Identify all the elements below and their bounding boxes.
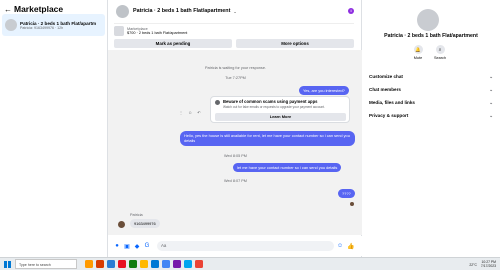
chrome-icon[interactable]: [162, 260, 170, 268]
avatar: [118, 221, 125, 228]
message-outgoing[interactable]: Hello, yes the house is still available …: [180, 131, 355, 146]
app-icon[interactable]: [85, 260, 93, 268]
sticker-icon[interactable]: ◆: [134, 243, 140, 250]
gif-icon[interactable]: G: [144, 243, 150, 249]
section-chat-members[interactable]: Chat members ⌄: [369, 87, 493, 93]
listing-thumbnail: [114, 25, 124, 36]
chevron-down-icon: ⌄: [489, 113, 493, 118]
windows-taskbar: Type here to search 22°C 10:27 PM 7/17/2…: [0, 257, 500, 270]
clock[interactable]: 10:27 PM 7/17/2023: [480, 260, 496, 269]
app-icon[interactable]: [140, 260, 148, 268]
clock-date: 7/17/2023: [480, 263, 496, 268]
sidebar-title: Marketplace: [14, 4, 64, 14]
chat-header[interactable]: Patricia · 2 beds 1 bath Flat/apartment …: [108, 0, 361, 22]
info-icon[interactable]: i: [348, 8, 354, 14]
timestamp: Tue 7:27PM: [225, 76, 246, 80]
message-outgoing[interactable]: Yes, are you interested?: [299, 86, 349, 96]
section-label: Chat members: [369, 87, 401, 92]
emoji-icon[interactable]: ☺: [337, 243, 343, 249]
app-icon[interactable]: [96, 260, 104, 268]
chevron-down-icon: ⌄: [489, 74, 493, 79]
avatar: [5, 19, 17, 31]
back-arrow-icon[interactable]: ←: [4, 5, 14, 14]
chevron-down-icon: ⌄: [489, 100, 493, 105]
details-title: Patricia · 2 beds 1 bath Flat/apartment: [384, 33, 478, 39]
timestamp: Wed 8:07 PM: [224, 179, 247, 183]
message-incoming[interactable]: 9163499976: [130, 219, 160, 228]
chevron-down-icon[interactable]: ⌄: [233, 9, 236, 14]
like-icon[interactable]: 👍: [347, 243, 354, 250]
app-icon[interactable]: [173, 260, 181, 268]
system-tray: 22°C 10:27 PM 7/17/2023: [469, 258, 496, 270]
chat-details-panel: Patricia · 2 beds 1 bath Flat/apartment …: [362, 0, 500, 257]
app-icon[interactable]: [195, 260, 203, 268]
section-label: Media, files and links: [369, 100, 415, 105]
app-icon[interactable]: [184, 260, 192, 268]
sender-name: Patricia: [130, 213, 143, 217]
conversation-item[interactable]: Patricia · 2 beds 1 bath Flat/apartm Pat…: [2, 14, 105, 36]
seen-avatar: [350, 202, 354, 206]
timestamp: Wed 8:05 PM: [224, 154, 247, 158]
chevron-down-icon: ⌄: [489, 87, 493, 92]
app-icon[interactable]: [107, 260, 115, 268]
search-icon: ⌕: [435, 45, 445, 54]
windows-start-icon[interactable]: [4, 260, 11, 268]
mute-label: Mute: [413, 56, 423, 60]
scam-description: Watch out for fake emails or requests to…: [223, 105, 325, 109]
message-outgoing[interactable]: ????: [338, 189, 355, 199]
section-customize-chat[interactable]: Customize chat ⌄: [369, 74, 493, 80]
bell-icon: 🔔: [413, 45, 423, 54]
mark-pending-button[interactable]: Mark as pending: [114, 39, 232, 48]
section-privacy-support[interactable]: Privacy & support ⌄: [369, 113, 493, 119]
scam-warning-card: Beware of common scams using payment app…: [210, 96, 350, 123]
listing-bar[interactable]: Marketplace $700 · 2 beds 1 bath Flat/ap…: [114, 23, 354, 37]
message-input[interactable]: Aa: [157, 241, 334, 251]
waiting-notice: Patricia is waiting for your response.: [205, 66, 266, 70]
search-button[interactable]: ⌕ Search: [430, 45, 450, 60]
app-icon[interactable]: [118, 260, 126, 268]
marketplace-sidebar: ← Marketplace Patricia · 2 beds 1 bath F…: [0, 0, 107, 257]
avatar: [116, 4, 129, 18]
weather-text[interactable]: 22°C: [469, 263, 477, 267]
mute-button[interactable]: 🔔 Mute: [408, 45, 428, 60]
mic-icon[interactable]: ●: [114, 243, 120, 249]
learn-more-button[interactable]: Learn More: [215, 113, 346, 121]
edge-icon[interactable]: [151, 260, 159, 268]
warning-icon: [215, 100, 220, 105]
section-media-files[interactable]: Media, files and links ⌄: [369, 100, 493, 106]
chat-title[interactable]: Patricia · 2 beds 1 bath Flat/apartment: [133, 8, 230, 14]
taskbar-search[interactable]: Type here to search: [15, 259, 77, 269]
section-label: Customize chat: [369, 74, 403, 79]
avatar: [417, 9, 439, 31]
search-label: Search: [433, 56, 447, 60]
listing-price: $700 · 2 beds 1 bath Flat/apartment: [127, 30, 188, 35]
scam-title: Beware of common scams using payment app…: [223, 99, 318, 104]
app-icon[interactable]: [129, 260, 137, 268]
conversation-preview: Patricia: 9163499976 · 12h: [20, 25, 64, 30]
message-outgoing[interactable]: let me have your contact number so i can…: [233, 163, 342, 173]
more-options-button[interactable]: More options: [236, 39, 354, 48]
conversation-name: Patricia · 2 beds 1 bath Flat/apartm: [20, 20, 97, 26]
photo-icon[interactable]: ▣: [124, 243, 130, 250]
composer: ● ▣ ◆ G Aa ☺ 👍: [108, 236, 363, 256]
section-label: Privacy & support: [369, 113, 409, 118]
chat-panel: Patricia · 2 beds 1 bath Flat/apartment …: [107, 0, 363, 257]
message-list[interactable]: Patricia is waiting for your response. T…: [108, 50, 363, 235]
message-actions[interactable]: ⋮ ☺ ↶: [179, 110, 203, 115]
